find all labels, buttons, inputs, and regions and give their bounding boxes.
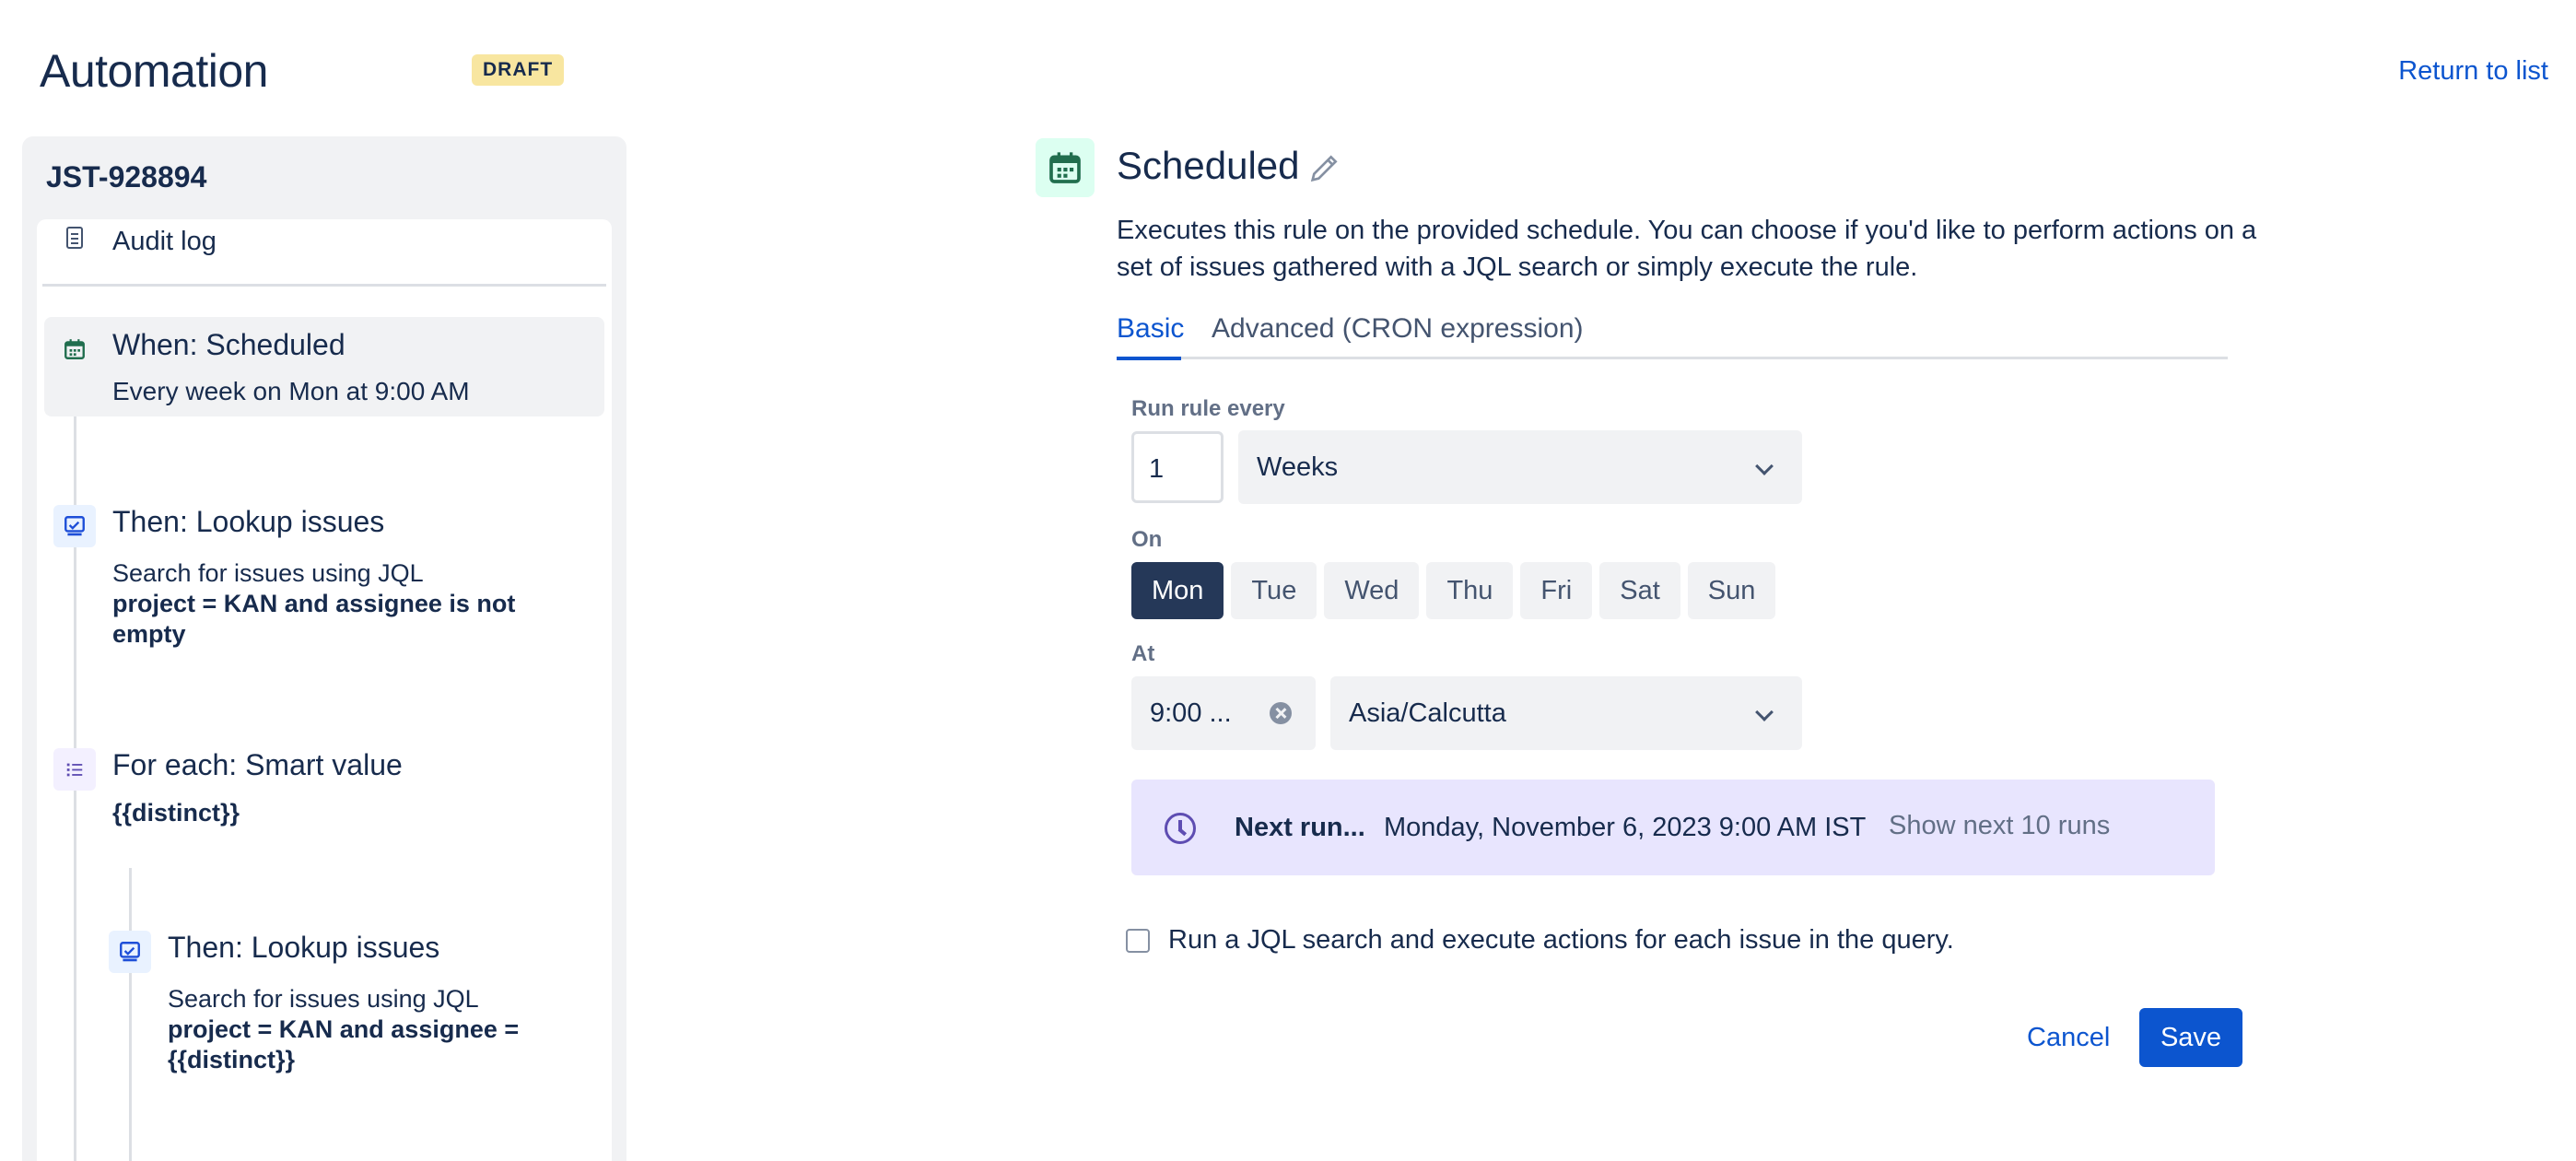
next-run-label: Next run... <box>1235 813 1365 842</box>
return-to-list-link[interactable]: Return to list <box>2398 56 2548 87</box>
audit-log-label: Audit log <box>112 227 217 256</box>
time-value: 9:00 ... <box>1150 698 1232 728</box>
jql-search-checkbox-label[interactable]: Run a JQL search and execute actions for… <box>1168 925 1954 956</box>
draft-badge: DRAFT <box>472 54 565 86</box>
step-description: Every week on Mon at 9:00 AM <box>112 377 470 405</box>
step-title: When: Scheduled <box>112 328 345 361</box>
tab-basic[interactable]: Basic <box>1117 313 1185 360</box>
time-input[interactable]: 9:00 ... <box>1131 676 1316 750</box>
clock-icon <box>1165 813 1196 844</box>
rule-id: JST-928894 <box>46 160 207 194</box>
divider <box>42 284 606 287</box>
clear-icon[interactable] <box>1270 702 1292 724</box>
day-fri[interactable]: Fri <box>1520 562 1593 619</box>
tab-label: Basic <box>1117 313 1185 344</box>
cancel-button[interactable]: Cancel <box>2012 1008 2125 1067</box>
timezone-select[interactable]: Asia/Calcutta <box>1330 676 1802 750</box>
chevron-down-icon <box>1755 457 1774 475</box>
day-selector: Mon Tue Wed Thu Fri Sat Sun <box>1131 562 1776 619</box>
save-button[interactable]: Save <box>2139 1008 2242 1067</box>
trigger-tabs: Basic Advanced (CRON expression) <box>1117 311 2228 360</box>
interval-unit-select[interactable]: Weeks <box>1238 430 1802 504</box>
step-desc-text: Search for issues using JQL <box>168 985 479 1013</box>
rule-step-nested-lookup[interactable]: Then: Lookup issues Search for issues us… <box>92 931 612 1087</box>
trigger-title: Scheduled <box>1117 144 1300 187</box>
day-mon[interactable]: Mon <box>1131 562 1224 619</box>
step-description: Search for issues using JQL project = KA… <box>112 558 573 650</box>
day-sat[interactable]: Sat <box>1599 562 1680 619</box>
chevron-down-icon <box>1755 703 1774 721</box>
lookup-icon <box>53 505 96 547</box>
at-label: At <box>1131 641 1155 666</box>
document-icon <box>66 227 83 249</box>
day-tue[interactable]: Tue <box>1231 562 1317 619</box>
step-title: Then: Lookup issues <box>112 505 385 538</box>
select-value: Asia/Calcutta <box>1349 698 1506 728</box>
jql-query: project = KAN and assignee is not empty <box>112 590 516 648</box>
rule-step-branch[interactable]: For each: Smart value {{distinct}} <box>37 748 612 840</box>
calendar-icon <box>1036 138 1095 197</box>
rule-step-lookup[interactable]: Then: Lookup issues Search for issues us… <box>37 505 612 662</box>
run-every-label: Run rule every <box>1131 396 1285 421</box>
day-sun[interactable]: Sun <box>1687 562 1776 619</box>
show-next-runs-link[interactable]: Show next 10 runs <box>1889 811 2110 841</box>
rule-card: Audit log When: Scheduled Every week on … <box>37 219 612 1161</box>
step-description: Search for issues using JQL project = KA… <box>168 984 573 1075</box>
next-run-banner: Next run... Monday, November 6, 2023 9:0… <box>1131 780 2215 875</box>
step-title: For each: Smart value <box>112 748 403 781</box>
audit-log-item[interactable]: Audit log <box>37 219 612 278</box>
step-desc-text: Search for issues using JQL <box>112 559 424 587</box>
page-title: Automation <box>40 45 268 97</box>
jql-search-checkbox[interactable] <box>1126 929 1150 953</box>
rule-panel: JST-928894 Audit log When: Scheduled Eve… <box>22 136 626 1161</box>
list-icon <box>53 748 96 791</box>
tab-advanced-cron[interactable]: Advanced (CRON expression) <box>1212 313 1584 345</box>
jql-query: project = KAN and assignee = {{distinct}… <box>168 1015 520 1073</box>
select-value: Weeks <box>1257 452 1339 482</box>
rule-step-trigger[interactable]: When: Scheduled Every week on Mon at 9:0… <box>44 317 604 416</box>
interval-input[interactable]: 1 <box>1131 431 1224 503</box>
on-label: On <box>1131 527 1163 552</box>
day-wed[interactable]: Wed <box>1324 562 1420 619</box>
active-tab-indicator <box>1117 357 1181 360</box>
step-title: Then: Lookup issues <box>168 931 440 964</box>
lookup-icon <box>109 931 151 973</box>
day-thu[interactable]: Thu <box>1426 562 1514 619</box>
smart-value: {{distinct}} <box>112 799 240 827</box>
edit-pencil-icon[interactable] <box>1306 149 1343 186</box>
next-run-date: Monday, November 6, 2023 9:00 AM IST <box>1384 813 1867 842</box>
trigger-description: Executes this rule on the provided sched… <box>1117 216 2257 282</box>
calendar-icon <box>53 328 96 370</box>
